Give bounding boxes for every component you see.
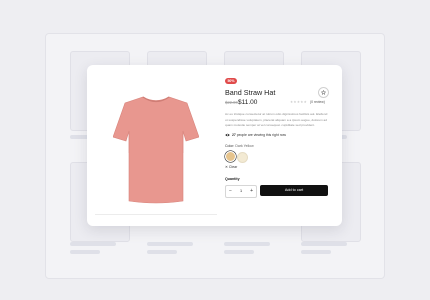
quantity-stepper: − 1 + [225, 185, 257, 198]
selected-color-name: Dark Yellow [235, 144, 254, 148]
background-text-line [301, 242, 347, 246]
discount-badge: 50% [225, 78, 237, 84]
product-description: Ac eu tristique consectetur at rutrum od… [225, 112, 328, 127]
quick-view-modal: 50% Band Straw Hat $22.00 $11.00 ★★★★★ (… [87, 65, 342, 226]
original-price: $22.00 [225, 100, 238, 105]
add-to-cart-button[interactable]: Add to cart [260, 185, 328, 196]
wishlist-button[interactable] [318, 87, 329, 98]
background-text-line [147, 242, 193, 246]
background-text-line [301, 250, 331, 254]
background-text-line [224, 250, 254, 254]
eye-icon [225, 133, 230, 137]
background-text-line [70, 250, 100, 254]
clear-label: Clear [228, 165, 238, 169]
image-divider [95, 214, 217, 215]
rating-stars: ★★★★★ [290, 100, 308, 104]
background-text-line [70, 242, 116, 246]
color-swatch-cream[interactable] [237, 152, 248, 163]
close-icon: ✕ [225, 165, 228, 169]
color-label: Color: [225, 144, 235, 148]
star-icon [321, 90, 326, 95]
viewing-text: people are viewing this right now [236, 133, 286, 137]
viewing-count: 27 [232, 133, 236, 137]
reviews-link[interactable]: (0 review) [310, 100, 325, 104]
sale-price: $11.00 [238, 98, 258, 106]
clear-selection-link[interactable]: ✕ Clear [225, 165, 237, 169]
product-title: Band Straw Hat [225, 88, 276, 97]
product-image-area [95, 73, 217, 218]
color-swatch-dark-yellow[interactable] [225, 151, 236, 162]
color-selector-label: Color: Dark Yellow [225, 144, 254, 148]
background-text-line [147, 250, 177, 254]
tshirt-image[interactable] [113, 93, 199, 205]
background-text-line [224, 242, 270, 246]
quantity-label: Quantity [225, 177, 240, 181]
increase-quantity-button[interactable]: + [250, 188, 253, 194]
viewing-now-notice: 27 people are viewing this right now [225, 133, 286, 137]
